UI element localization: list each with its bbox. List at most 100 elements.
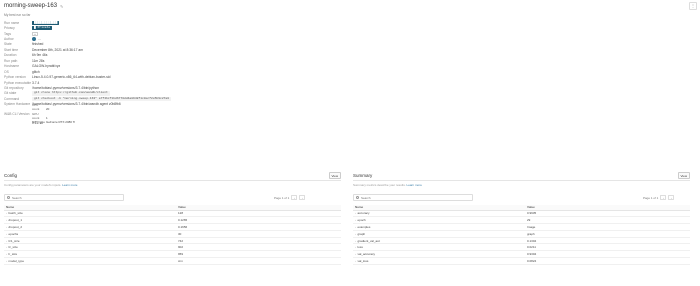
- table-row[interactable]: › epoch 29: [353, 216, 690, 225]
- overview-value: ...: [32, 37, 41, 42]
- search-icon: [7, 196, 10, 199]
- row-value: 742: [176, 237, 341, 245]
- table-row[interactable]: › graph graph: [353, 230, 690, 238]
- overview-value: █████████████: [32, 20, 60, 25]
- code-snippet[interactable]: git checkout -b "morning-sweep-163" a7f3…: [32, 96, 172, 101]
- prev-page-icon[interactable]: ‹: [291, 195, 298, 200]
- chevron-right-icon[interactable]: ›: [6, 245, 7, 249]
- overview-value: GALGW-hyrabl/xyz: [32, 64, 60, 68]
- overview-value: December 8th, 2021 at 8:36:17 am: [32, 48, 83, 52]
- summary-title: Summary: [353, 173, 373, 178]
- row-name-text: lr_size: [8, 252, 18, 257]
- highlight-value[interactable]: █ Private: [32, 26, 53, 31]
- code-snippet[interactable]: git clone https://github.com/wandb/clien…: [32, 91, 110, 96]
- run-subtitle: My best run so far: [4, 13, 31, 17]
- chevron-right-icon[interactable]: ›: [355, 239, 356, 243]
- overview-value: finished: [32, 42, 43, 46]
- config-view-button[interactable]: View: [328, 172, 341, 179]
- chevron-right-icon[interactable]: ›: [355, 211, 356, 215]
- table-row[interactable]: › val_accuracy 0.9304: [353, 250, 690, 259]
- overview-key: State: [4, 42, 12, 47]
- chevron-right-icon[interactable]: ›: [6, 218, 7, 222]
- table-row[interactable]: › loss 0.0211: [353, 243, 690, 252]
- author-name[interactable]: ...: [38, 37, 41, 41]
- config-pager-text: Page 1 of 1: [274, 195, 290, 200]
- next-page-icon[interactable]: ›: [668, 195, 675, 200]
- table-row[interactable]: › accuracy 0.9935: [353, 210, 690, 218]
- chevron-right-icon[interactable]: ›: [6, 225, 7, 229]
- row-value: 0.9304: [525, 250, 690, 259]
- overview-value: █ Private: [32, 26, 53, 31]
- chevron-right-icon[interactable]: ›: [355, 225, 356, 229]
- overview-value-text: 11m 28s: [32, 58, 45, 63]
- chevron-right-icon[interactable]: ›: [6, 211, 7, 215]
- overview-key: W&B CLI Version: [4, 111, 30, 116]
- overview-key: System Hardware: [4, 102, 31, 107]
- summary-learn-more-link[interactable]: Learn more: [407, 183, 422, 187]
- config-search-input[interactable]: [12, 195, 112, 200]
- row-name-text: graph: [357, 231, 366, 236]
- summary-search-input[interactable]: [361, 195, 461, 200]
- overview-key: Privacy: [4, 26, 15, 31]
- config-description-text: Config parameters are your model's input…: [4, 183, 62, 187]
- table-row[interactable]: › gradient_val_acc 0.1304: [353, 237, 690, 245]
- avatar[interactable]: [32, 37, 36, 42]
- table-row[interactable]: › fc_size 902: [4, 243, 341, 252]
- summary-search[interactable]: [353, 194, 473, 201]
- hardware-label: GPU count: [32, 111, 40, 120]
- row-name: › graph: [353, 230, 525, 238]
- overview-value: 6h 9m 46s: [32, 53, 47, 57]
- table-row[interactable]: › examples Image: [353, 223, 690, 231]
- chevron-right-icon[interactable]: ›: [355, 245, 356, 249]
- overview-value-text: 6h 9m 46s: [32, 53, 48, 58]
- row-name-text: examples: [357, 224, 371, 229]
- run-title: morning-sweep-163 ✎: [4, 3, 63, 9]
- row-name-text: dropout_2: [8, 224, 23, 229]
- table-row[interactable]: › dropout_2 0.1656: [4, 223, 341, 231]
- config-title: Config: [4, 173, 18, 178]
- overview-value-text: 0.12.10: [32, 120, 43, 125]
- overview-value-text: finished: [32, 42, 44, 47]
- summary-view-button[interactable]: View: [677, 172, 690, 179]
- row-name: › val_accuracy: [353, 250, 525, 259]
- next-page-icon[interactable]: ›: [299, 195, 306, 200]
- config-description: Config parameters are your model's input…: [4, 183, 341, 187]
- summary-pager: Page 1 of 1 ‹ ›: [643, 195, 675, 200]
- row-name: › fc1_size: [4, 237, 176, 245]
- table-row[interactable]: › val_loss 0.0824: [353, 257, 690, 265]
- add-tag-button[interactable]: +: [32, 31, 38, 36]
- overview-value-text: glitch: [32, 69, 40, 74]
- prev-page-icon[interactable]: ‹: [660, 195, 667, 200]
- table-row[interactable]: › dropout_1 0.1265: [4, 216, 341, 225]
- row-value: 128: [176, 210, 341, 218]
- chevron-right-icon[interactable]: ›: [6, 259, 7, 263]
- chevron-right-icon[interactable]: ›: [355, 232, 356, 236]
- chevron-right-icon[interactable]: ›: [355, 259, 356, 263]
- more-icon[interactable]: ⋮: [689, 2, 697, 10]
- table-row[interactable]: › batch_size 128: [4, 210, 341, 218]
- chevron-right-icon[interactable]: ›: [355, 218, 356, 222]
- chevron-right-icon[interactable]: ›: [6, 232, 7, 236]
- chevron-right-icon[interactable]: ›: [6, 252, 7, 256]
- chevron-right-icon[interactable]: ›: [355, 252, 356, 256]
- row-name-text: gradient_val_acc: [357, 238, 381, 243]
- summary-header: Summary View: [353, 171, 690, 181]
- table-row[interactable]: › lr_size 959: [4, 250, 341, 259]
- overview-value: +: [32, 31, 38, 36]
- row-value: Image: [525, 223, 690, 231]
- highlight-value[interactable]: █████████████: [32, 20, 60, 25]
- table-row[interactable]: › epochs 30: [4, 230, 341, 238]
- chevron-right-icon[interactable]: ›: [6, 239, 7, 243]
- table-row[interactable]: › model_type cnn: [4, 257, 341, 265]
- overview-key: Start time: [4, 47, 19, 52]
- config-panel: Config View Config parameters are your m…: [4, 171, 341, 286]
- overview-row: 0.12.10: [4, 120, 171, 125]
- row-name: › dropout_2: [4, 223, 176, 231]
- table-row[interactable]: › fc1_size 742: [4, 237, 341, 245]
- config-learn-more-link[interactable]: Learn more: [62, 183, 77, 187]
- overview-value: Linux-5.4.0-97-generic-x86_64-with-debia…: [32, 75, 110, 79]
- edit-icon[interactable]: ✎: [60, 4, 63, 8]
- config-search[interactable]: [4, 194, 124, 201]
- row-value: 0.1265: [176, 216, 341, 225]
- summary-table: Name Value › accuracy 0.9935 › epoch 29 › examp…: [353, 205, 690, 265]
